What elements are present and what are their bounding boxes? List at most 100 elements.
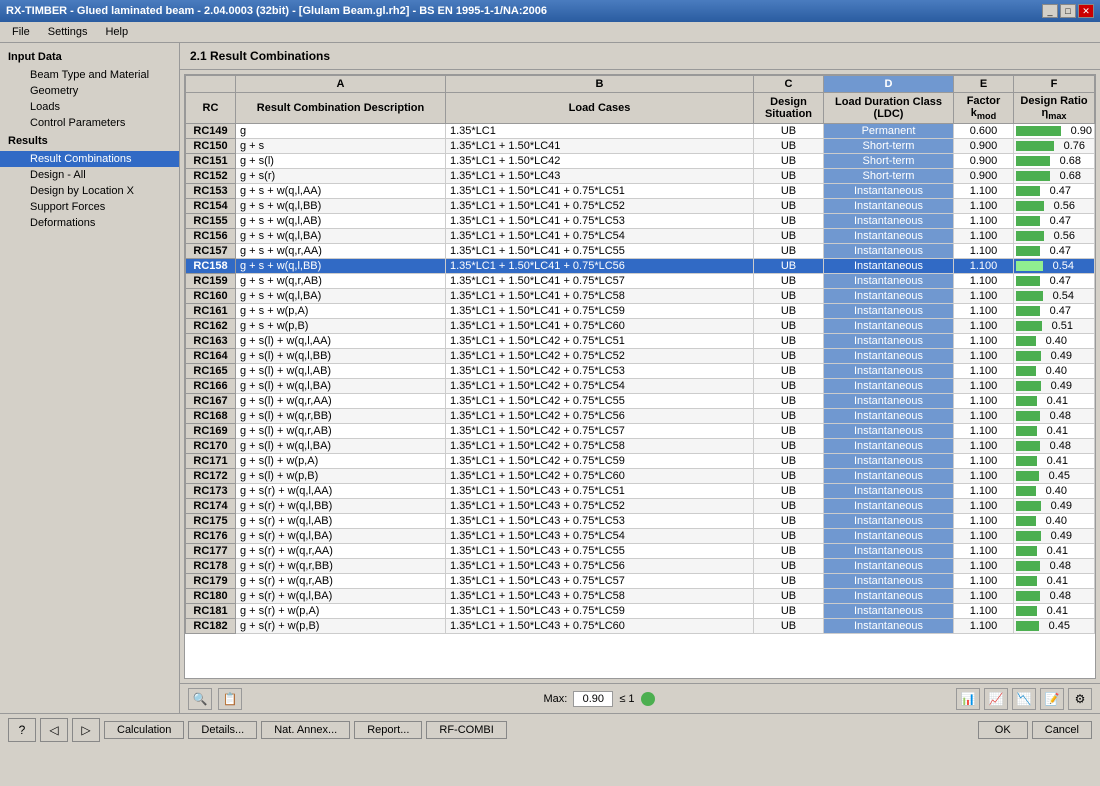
rc-cell: RC150 xyxy=(186,139,236,154)
factor-cell: 1.100 xyxy=(954,244,1014,259)
toolbar-btn-2[interactable]: 📋 xyxy=(218,688,242,710)
table-row[interactable]: RC177g + s(r) + w(q,r,AA)1.35*LC1 + 1.50… xyxy=(186,544,1095,559)
calculation-button[interactable]: Calculation xyxy=(104,721,184,739)
ldc-cell: Instantaneous xyxy=(824,364,954,379)
toolbar-btn-3[interactable]: 📊 xyxy=(956,688,980,710)
factor-cell: 1.100 xyxy=(954,319,1014,334)
table-row[interactable]: RC160g + s + w(q,l,BA)1.35*LC1 + 1.50*LC… xyxy=(186,289,1095,304)
table-row[interactable]: RC165g + s(l) + w(q,l,AB)1.35*LC1 + 1.50… xyxy=(186,364,1095,379)
table-row[interactable]: RC150g + s1.35*LC1 + 1.50*LC41UBShort-te… xyxy=(186,139,1095,154)
rf-combi-button[interactable]: RF-COMBI xyxy=(426,721,506,739)
table-row[interactable]: RC155g + s + w(q,l,AB)1.35*LC1 + 1.50*LC… xyxy=(186,214,1095,229)
loads-cell: 1.35*LC1 + 1.50*LC42 + 0.75*LC54 xyxy=(446,379,754,394)
factor-cell: 1.100 xyxy=(954,439,1014,454)
table-row[interactable]: RC170g + s(l) + w(q,l,BA)1.35*LC1 + 1.50… xyxy=(186,439,1095,454)
table-row[interactable]: RC171g + s(l) + w(p,A)1.35*LC1 + 1.50*LC… xyxy=(186,454,1095,469)
menu-help[interactable]: Help xyxy=(97,24,136,40)
loads-cell: 1.35*LC1 + 1.50*LC43 + 0.75*LC54 xyxy=(446,529,754,544)
design-ratio-cell: 0.48 xyxy=(1014,589,1095,604)
situation-cell: UB xyxy=(754,454,824,469)
table-row[interactable]: RC176g + s(r) + w(q,l,BA)1.35*LC1 + 1.50… xyxy=(186,529,1095,544)
details-button[interactable]: Details... xyxy=(188,721,257,739)
table-row[interactable]: RC154g + s + w(q,l,BB)1.35*LC1 + 1.50*LC… xyxy=(186,199,1095,214)
ok-button[interactable]: OK xyxy=(978,721,1028,739)
situation-cell: UB xyxy=(754,514,824,529)
table-row[interactable]: RC168g + s(l) + w(q,r,BB)1.35*LC1 + 1.50… xyxy=(186,409,1095,424)
table-row[interactable]: RC182g + s(r) + w(p,B)1.35*LC1 + 1.50*LC… xyxy=(186,619,1095,634)
design-ratio-cell: 0.48 xyxy=(1014,409,1095,424)
rc-cell: RC149 xyxy=(186,124,236,139)
table-row[interactable]: RC157g + s + w(q,r,AA)1.35*LC1 + 1.50*LC… xyxy=(186,244,1095,259)
sidebar-item-deformations[interactable]: Deformations xyxy=(0,215,179,231)
toolbar-btn-5[interactable]: 📉 xyxy=(1012,688,1036,710)
col-d-letter: D xyxy=(824,76,954,93)
sidebar-item-geometry[interactable]: Geometry xyxy=(0,83,179,99)
design-ratio-cell: 0.47 xyxy=(1014,214,1095,229)
ldc-cell: Instantaneous xyxy=(824,199,954,214)
loads-cell: 1.35*LC1 + 1.50*LC43 + 0.75*LC53 xyxy=(446,514,754,529)
table-row[interactable]: RC175g + s(r) + w(q,l,AB)1.35*LC1 + 1.50… xyxy=(186,514,1095,529)
table-row[interactable]: RC167g + s(l) + w(q,r,AA)1.35*LC1 + 1.50… xyxy=(186,394,1095,409)
close-button[interactable]: ✕ xyxy=(1078,4,1094,18)
table-row[interactable]: RC179g + s(r) + w(q,r,AB)1.35*LC1 + 1.50… xyxy=(186,574,1095,589)
rc-cell: RC163 xyxy=(186,334,236,349)
design-ratio-cell: 0.68 xyxy=(1014,154,1095,169)
table-row[interactable]: RC159g + s + w(q,r,AB)1.35*LC1 + 1.50*LC… xyxy=(186,274,1095,289)
table-row[interactable]: RC166g + s(l) + w(q,l,BA)1.35*LC1 + 1.50… xyxy=(186,379,1095,394)
desc-cell: g + s + w(q,l,BB) xyxy=(236,199,446,214)
toolbar-btn-4[interactable]: 📈 xyxy=(984,688,1008,710)
loads-cell: 1.35*LC1 + 1.50*LC42 + 0.75*LC58 xyxy=(446,439,754,454)
menu-settings[interactable]: Settings xyxy=(40,24,96,40)
sidebar-item-design-all[interactable]: Design - All xyxy=(0,167,179,183)
table-row[interactable]: RC163g + s(l) + w(q,l,AA)1.35*LC1 + 1.50… xyxy=(186,334,1095,349)
footer-icon-2[interactable]: ◁ xyxy=(40,718,68,742)
table-row[interactable]: RC174g + s(r) + w(q,l,BB)1.35*LC1 + 1.50… xyxy=(186,499,1095,514)
sidebar-item-control-params[interactable]: Control Parameters xyxy=(0,115,179,131)
factor-cell: 1.100 xyxy=(954,424,1014,439)
ldc-cell: Instantaneous xyxy=(824,289,954,304)
table-row[interactable]: RC181g + s(r) + w(p,A)1.35*LC1 + 1.50*LC… xyxy=(186,604,1095,619)
toolbar-btn-7[interactable]: ⚙ xyxy=(1068,688,1092,710)
table-row[interactable]: RC153g + s + w(q,l,AA)1.35*LC1 + 1.50*LC… xyxy=(186,184,1095,199)
desc-cell: g + s(l) + w(q,r,AB) xyxy=(236,424,446,439)
factor-cell: 1.100 xyxy=(954,619,1014,634)
footer-icon-3[interactable]: ▷ xyxy=(72,718,100,742)
cancel-button[interactable]: Cancel xyxy=(1032,721,1092,739)
report-button[interactable]: Report... xyxy=(354,721,422,739)
menu-file[interactable]: File xyxy=(4,24,38,40)
sidebar-item-result-combinations[interactable]: Result Combinations xyxy=(0,151,179,167)
maximize-button[interactable]: □ xyxy=(1060,4,1076,18)
nat-annex-button[interactable]: Nat. Annex... xyxy=(261,721,350,739)
factor-cell: 1.100 xyxy=(954,214,1014,229)
sidebar-item-beam-type[interactable]: Beam Type and Material xyxy=(0,67,179,83)
factor-cell: 1.100 xyxy=(954,304,1014,319)
table-row[interactable]: RC151g + s(l)1.35*LC1 + 1.50*LC42UBShort… xyxy=(186,154,1095,169)
sidebar-item-support-forces[interactable]: Support Forces xyxy=(0,199,179,215)
rc-cell: RC164 xyxy=(186,349,236,364)
factor-cell: 1.100 xyxy=(954,559,1014,574)
design-ratio-cell: 0.54 xyxy=(1014,259,1095,274)
table-row[interactable]: RC169g + s(l) + w(q,r,AB)1.35*LC1 + 1.50… xyxy=(186,424,1095,439)
table-row[interactable]: RC172g + s(l) + w(p,B)1.35*LC1 + 1.50*LC… xyxy=(186,469,1095,484)
toolbar-btn-6[interactable]: 📝 xyxy=(1040,688,1064,710)
table-row[interactable]: RC164g + s(l) + w(q,l,BB)1.35*LC1 + 1.50… xyxy=(186,349,1095,364)
table-row[interactable]: RC180g + s(r) + w(q,l,BA)1.35*LC1 + 1.50… xyxy=(186,589,1095,604)
factor-cell: 1.100 xyxy=(954,349,1014,364)
table-row[interactable]: RC156g + s + w(q,l,BA)1.35*LC1 + 1.50*LC… xyxy=(186,229,1095,244)
table-row[interactable]: RC173g + s(r) + w(q,l,AA)1.35*LC1 + 1.50… xyxy=(186,484,1095,499)
table-row[interactable]: RC178g + s(r) + w(q,r,BB)1.35*LC1 + 1.50… xyxy=(186,559,1095,574)
table-container[interactable]: A B C D E F RC Result Combination Descri… xyxy=(184,74,1096,679)
table-row[interactable]: RC162g + s + w(p,B)1.35*LC1 + 1.50*LC41 … xyxy=(186,319,1095,334)
toolbar-btn-1[interactable]: 🔍 xyxy=(188,688,212,710)
design-ratio-cell: 0.41 xyxy=(1014,574,1095,589)
sidebar-item-loads[interactable]: Loads xyxy=(0,99,179,115)
footer-icon-1[interactable]: ? xyxy=(8,718,36,742)
table-row[interactable]: RC158g + s + w(q,l,BB)1.35*LC1 + 1.50*LC… xyxy=(186,259,1095,274)
table-row[interactable]: RC152g + s(r)1.35*LC1 + 1.50*LC43UBShort… xyxy=(186,169,1095,184)
minimize-button[interactable]: _ xyxy=(1042,4,1058,18)
table-row[interactable]: RC149g1.35*LC1UBPermanent0.6000.90 xyxy=(186,124,1095,139)
ldc-cell: Instantaneous xyxy=(824,424,954,439)
design-ratio-cell: 0.54 xyxy=(1014,289,1095,304)
table-row[interactable]: RC161g + s + w(p,A)1.35*LC1 + 1.50*LC41 … xyxy=(186,304,1095,319)
sidebar-item-design-by-location[interactable]: Design by Location X xyxy=(0,183,179,199)
